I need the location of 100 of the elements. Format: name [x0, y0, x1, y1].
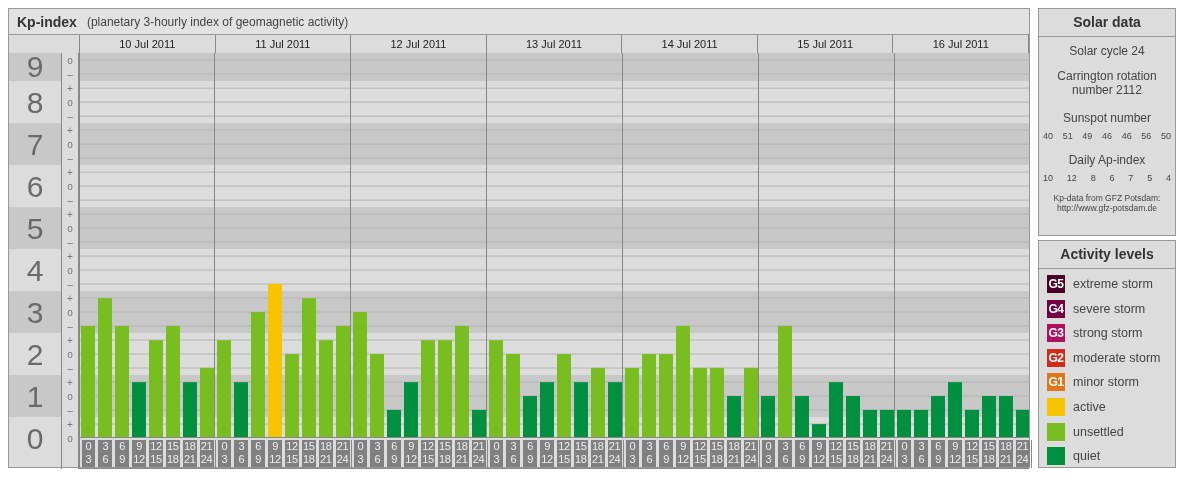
sunspot-value: 50: [1160, 131, 1171, 141]
time-range-label: 9 12: [540, 440, 554, 467]
time-range-label: 18 21: [454, 440, 469, 467]
time-range-label: 15 18: [573, 440, 588, 467]
minor-tick-label: +: [67, 376, 73, 388]
time-range-label: 18 21: [182, 440, 197, 467]
minor-tick-label: –: [67, 278, 73, 290]
minor-tick-label: –: [67, 362, 73, 374]
panel-title: Solar data: [1039, 9, 1175, 37]
time-range-label: 21 24: [1015, 440, 1030, 467]
minor-tick-label: –: [67, 110, 73, 122]
chart-subtitle: (planetary 3-hourly index of geomagnetic activity): [86, 14, 349, 29]
minor-tick-label: o: [67, 348, 73, 360]
time-range-label: 18 21: [726, 440, 741, 467]
ap-value: 10: [1043, 173, 1053, 183]
time-range-label: 3 6: [98, 440, 113, 467]
time-range-label: 21 24: [471, 440, 486, 467]
time-range-label: 3 6: [778, 440, 793, 467]
storm-scale-badge: G4: [1047, 299, 1065, 318]
time-range-label: 0 3: [897, 440, 912, 467]
axis-tick-label: 0: [26, 422, 44, 455]
solar-cycle-text: Solar cycle 24: [1069, 44, 1145, 58]
source-note: Kp-data from GFZ Potsdam:: [1053, 193, 1161, 203]
time-range-label: 0 3: [81, 440, 96, 467]
time-range-label: 3 6: [506, 440, 521, 467]
ap-value: 12: [1066, 173, 1077, 183]
time-range-label: 15 18: [437, 440, 452, 467]
legend-label: moderate storm: [1073, 350, 1161, 365]
time-range-label: 3 6: [642, 440, 657, 467]
axis-tick-label: 9: [26, 53, 44, 83]
sunspot-value: 40: [1043, 131, 1053, 141]
time-range-label: 18 21: [862, 440, 877, 467]
time-range-label: 15 18: [165, 440, 180, 467]
legend-label: unsettled: [1073, 424, 1124, 439]
time-range-label: 12 15: [285, 440, 299, 467]
carrington-text: Carrington rotation number 2112: [1056, 69, 1158, 97]
time-range-label: 3 6: [370, 440, 385, 467]
sunspot-value: 49: [1082, 131, 1093, 141]
legend-label: extreme storm: [1073, 277, 1153, 291]
storm-scale-badge: G1: [1047, 373, 1065, 392]
minor-tick-label: +: [67, 208, 73, 220]
time-range-label: 6 9: [795, 440, 810, 467]
panel-title: Activity levels: [1039, 241, 1175, 269]
time-range-label: 15 18: [981, 440, 996, 467]
storm-scale-badge: G2: [1047, 348, 1065, 367]
time-range-label: 9 12: [404, 440, 418, 467]
legend-label: minor storm: [1073, 375, 1139, 390]
time-range-label: 15 18: [845, 440, 860, 467]
minor-tick-label: +: [67, 250, 73, 262]
time-range-label: 0 3: [761, 440, 776, 467]
section-label: Daily Ap-index: [1068, 153, 1146, 167]
time-range-label: 21 24: [199, 440, 214, 467]
storm-scale-badge: G5: [1047, 275, 1065, 293]
time-range-label: 9 12: [676, 440, 690, 467]
ap-value: 4: [1165, 173, 1171, 183]
minor-tick-label: +: [67, 166, 73, 178]
time-range-label: 15 18: [301, 440, 316, 467]
time-range-label: 0 3: [217, 440, 232, 467]
chart-title: Kp-index: [17, 13, 77, 30]
time-range-label: 3 6: [914, 440, 929, 467]
time-range-label: 6 9: [659, 440, 674, 467]
minor-tick-label: +: [67, 334, 73, 346]
ap-value: 5: [1147, 173, 1153, 183]
minor-tick-label: o: [67, 54, 73, 66]
time-range-label: 18 21: [590, 440, 605, 467]
time-range-label: 18 21: [318, 440, 333, 467]
minor-tick-label: –: [67, 236, 73, 248]
time-range-label: 12 15: [693, 440, 707, 467]
axis-tick-label: 5: [26, 212, 44, 246]
source-note: http://www.gfz-potsdam.de: [1055, 203, 1159, 213]
time-range-label: 0 3: [489, 440, 504, 467]
sunspot-value: 46: [1101, 131, 1112, 141]
time-range-label: 21 24: [743, 440, 758, 467]
storm-scale-badge: G3: [1047, 324, 1065, 343]
axis-tick-label: 3: [26, 296, 44, 330]
minor-tick-label: –: [67, 320, 73, 332]
axis-tick-label: 8: [26, 86, 44, 120]
minor-tick-label: o: [67, 96, 73, 108]
time-range-label: 15 18: [709, 440, 724, 467]
sunspot-value: 56: [1141, 131, 1152, 141]
axis-tick-label: 4: [26, 254, 44, 288]
axis-tick-label: 1: [26, 380, 44, 413]
minor-tick-label: +: [67, 124, 73, 136]
time-range-label: 12 15: [829, 440, 843, 467]
time-range-label: 0 3: [353, 440, 368, 467]
time-range-label: 12 15: [557, 440, 571, 467]
legend-label: severe storm: [1073, 301, 1146, 316]
sunspot-value: 46: [1121, 131, 1132, 141]
time-range-label: 6 9: [931, 440, 946, 467]
time-range-label: 21 24: [607, 440, 622, 467]
ap-value: 6: [1109, 173, 1115, 183]
minor-tick-label: –: [67, 68, 73, 80]
sunspot-value: 51: [1062, 131, 1073, 141]
minor-tick-label: +: [67, 418, 73, 430]
minor-tick-label: +: [67, 292, 73, 304]
axis-tick-label: 2: [26, 338, 44, 372]
ap-value: 8: [1090, 173, 1096, 183]
time-range-label: 12 15: [421, 440, 435, 467]
time-range-label: 9 12: [268, 440, 282, 467]
time-range-label: 21 24: [879, 440, 894, 467]
